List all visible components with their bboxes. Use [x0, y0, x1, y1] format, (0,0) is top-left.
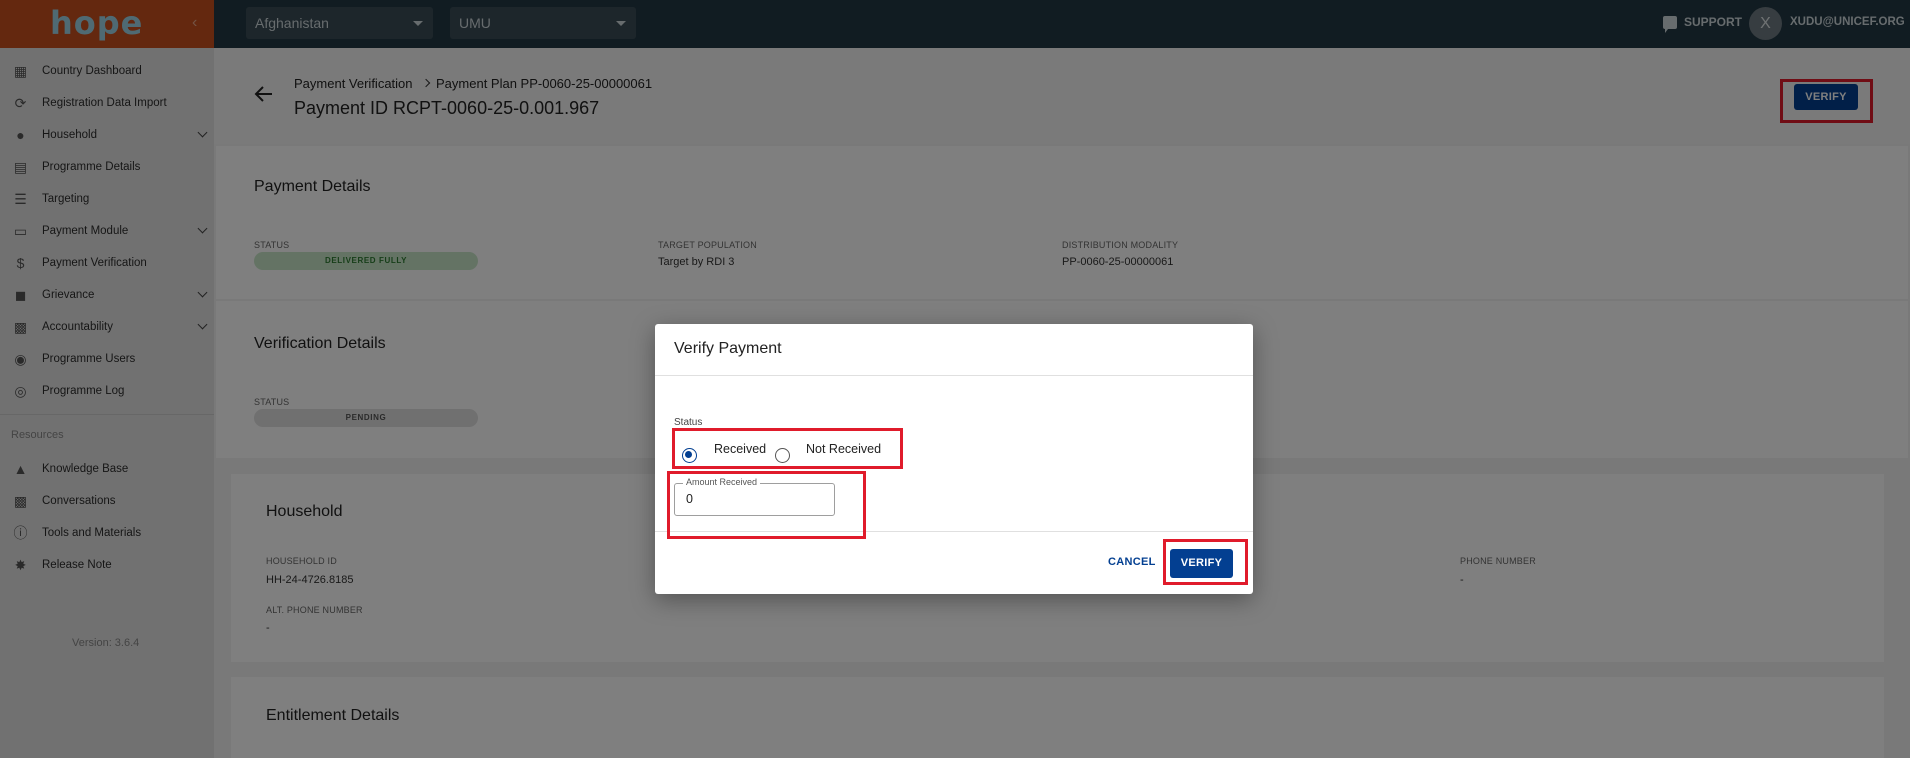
highlight-box [1163, 539, 1248, 585]
highlight-box [672, 428, 903, 469]
dialog-title: Verify Payment [674, 340, 782, 357]
highlight-box [667, 471, 866, 539]
dialog-divider [655, 375, 1253, 376]
dialog-status-label: Status [674, 417, 703, 428]
cancel-button[interactable]: CANCEL [1108, 556, 1156, 568]
